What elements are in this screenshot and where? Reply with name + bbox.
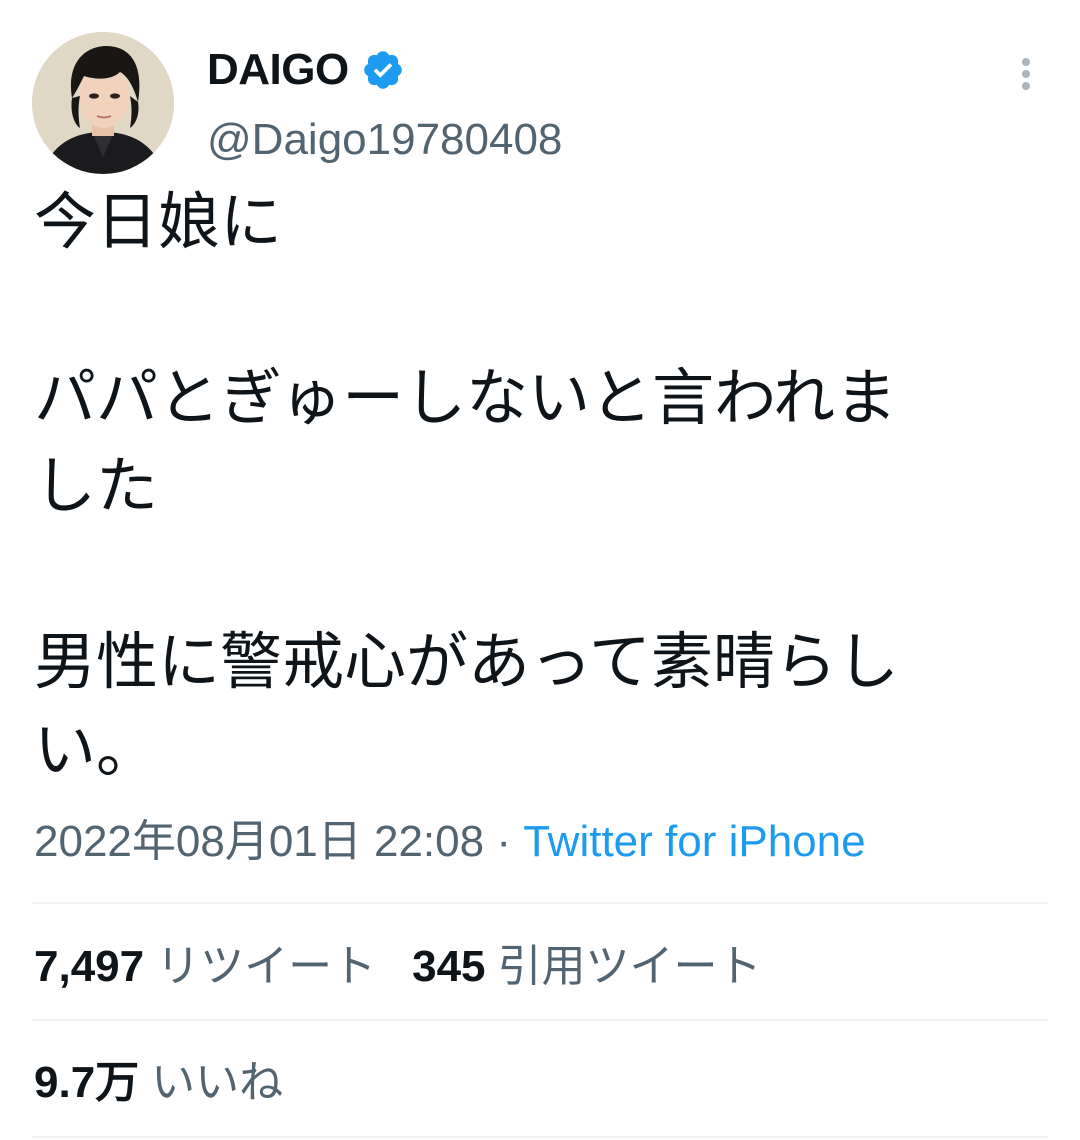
divider <box>32 902 1048 904</box>
likes-count: 9.7万 <box>34 1058 140 1107</box>
more-vertical-icon[interactable] <box>1006 52 1046 96</box>
avatar-photo <box>32 32 174 174</box>
tweet-text-line: 男性に警戒心があって素晴らし <box>34 625 899 698</box>
tweet-text-line <box>34 266 1034 354</box>
retweets-count: 7,497 <box>34 942 145 991</box>
retweets-stat[interactable]: 7,497 リツイート <box>34 930 376 994</box>
tweet-text-line <box>34 530 1034 618</box>
divider <box>32 1136 1048 1138</box>
tweet-text: 今日娘に パパとぎゅーしないと言われま した 男性に警戒心があって素晴らし い。 <box>34 178 1034 794</box>
likes-stat[interactable]: 9.7万 いいね <box>34 1046 283 1110</box>
retweet-stats-row: 7,497 リツイート 345 引用ツイート <box>34 932 762 992</box>
author-name-row[interactable]: DAIGO <box>207 42 405 98</box>
quotes-label: 引用ツイート <box>497 942 762 991</box>
meta-separator: · <box>484 817 524 866</box>
quotes-stat[interactable]: 345 引用ツイート <box>412 930 761 994</box>
avatar[interactable] <box>32 32 174 174</box>
tweet-timestamp[interactable]: 2022年08月01日 22:08 <box>34 817 484 866</box>
tweet-text-line: 今日娘に <box>34 185 283 258</box>
divider <box>32 1019 1048 1021</box>
tweet-source-link[interactable]: Twitter for iPhone <box>523 817 865 866</box>
verified-badge-icon <box>361 48 405 92</box>
tweet-meta: 2022年08月01日 22:08 · Twitter for iPhone <box>34 812 866 872</box>
tweet-text-line: パパとぎゅーしないと言われま <box>34 361 898 434</box>
retweets-label: リツイート <box>156 942 377 991</box>
quotes-count: 345 <box>412 942 486 991</box>
likes-label: いいね <box>151 1058 284 1107</box>
tweet-text-line: した <box>34 449 159 522</box>
tweet-text-line: い。 <box>34 713 159 786</box>
likes-stats-row: 9.7万 いいね <box>34 1048 283 1108</box>
author-handle[interactable]: @Daigo19780408 <box>207 112 562 168</box>
author-display-name[interactable]: DAIGO <box>207 42 349 98</box>
